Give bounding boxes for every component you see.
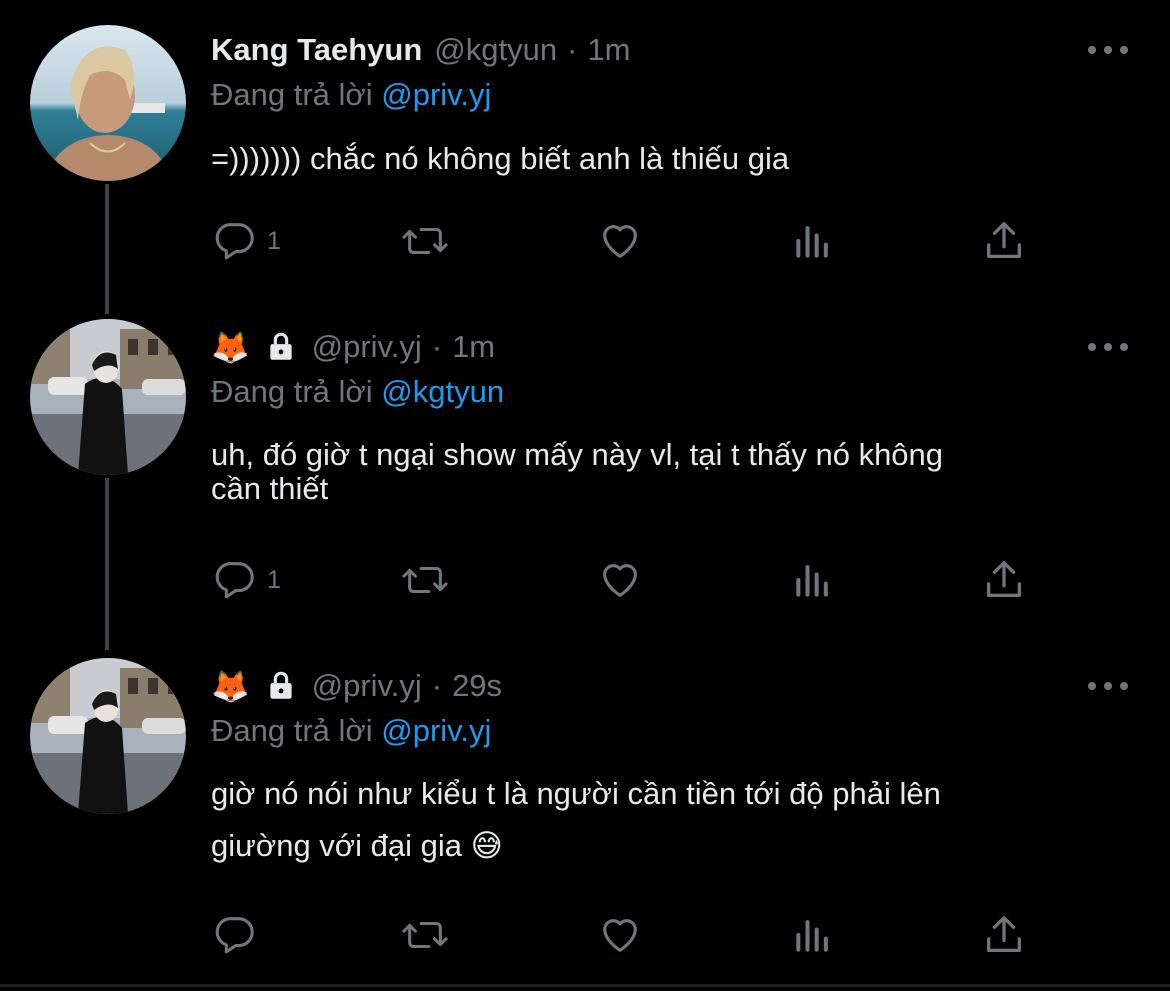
more-icon[interactable] <box>1088 35 1128 65</box>
share-button[interactable] <box>981 216 1027 266</box>
tweet-2[interactable]: 🦊 @priv.yj · 1m Đang trả lời @kgtyun uh,… <box>0 319 1170 622</box>
tweet-header: 🦊 @priv.yj · 29s <box>211 661 502 711</box>
reply-mention-link[interactable]: @priv.yj <box>381 713 491 748</box>
views-button[interactable] <box>791 216 835 266</box>
share-icon <box>987 561 1021 597</box>
tweet-text-line: =))))))) chắc nó không biết anh là thiếu… <box>211 141 790 176</box>
tweet-header: Kang Taehyun @kgtyun · 1m <box>211 25 631 75</box>
separator-dot: · <box>431 329 443 364</box>
share-icon <box>987 916 1021 952</box>
retweet-button[interactable] <box>399 555 451 605</box>
views-button[interactable] <box>791 555 835 605</box>
lock-icon <box>264 669 298 703</box>
divider <box>0 984 1170 987</box>
retweet-icon <box>402 227 448 255</box>
views-icon <box>796 226 828 258</box>
reply-prefix: Đang trả lời <box>211 77 373 112</box>
timestamp[interactable]: 1m <box>452 329 495 365</box>
like-icon <box>603 225 637 258</box>
action-bar: 1 <box>211 216 1061 266</box>
reply-button[interactable] <box>211 910 267 960</box>
like-button[interactable] <box>597 555 643 605</box>
user-handle[interactable]: @priv.yj <box>312 329 422 365</box>
views-icon <box>796 565 828 597</box>
replying-to: Đang trả lời @priv.yj <box>211 77 491 113</box>
reply-mention-link[interactable]: @kgtyun <box>381 374 504 409</box>
timestamp[interactable]: 1m <box>587 32 630 68</box>
action-bar: 1 <box>211 555 1061 605</box>
reply-icon <box>215 223 254 260</box>
tweet-text-line: giờ nó nói như kiểu t là người cần tiền … <box>211 776 941 811</box>
more-icon[interactable] <box>1088 332 1128 362</box>
avatar[interactable] <box>30 658 186 814</box>
like-icon <box>603 564 637 597</box>
reply-button[interactable]: 1 <box>211 555 281 605</box>
reply-count: 1 <box>267 565 281 594</box>
like-button[interactable] <box>597 910 643 960</box>
share-button[interactable] <box>981 555 1027 605</box>
display-name[interactable]: Kang Taehyun <box>211 32 422 68</box>
retweet-button[interactable] <box>399 910 451 960</box>
lock-icon <box>264 330 298 364</box>
replying-to: Đang trả lời @priv.yj <box>211 713 491 749</box>
avatar[interactable] <box>30 25 186 181</box>
tweet-1[interactable]: Kang Taehyun @kgtyun · 1m Đang trả lời @… <box>0 25 1170 300</box>
fox-emoji-display-name[interactable]: 🦊 <box>211 668 250 705</box>
reply-icon <box>215 562 254 599</box>
tweet-text: =))))))) chắc nó không biết anh là thiếu… <box>211 137 1111 181</box>
views-icon <box>796 920 828 952</box>
timestamp[interactable]: 29s <box>452 668 502 704</box>
views-button[interactable] <box>791 910 835 960</box>
reply-count: 1 <box>267 226 281 255</box>
reply-button[interactable]: 1 <box>211 216 281 266</box>
share-button[interactable] <box>981 910 1027 960</box>
retweet-icon <box>402 921 448 949</box>
separator-dot: · <box>431 668 443 703</box>
tweet-header: 🦊 @priv.yj · 1m <box>211 322 495 372</box>
like-icon <box>603 919 637 952</box>
tweet-3[interactable]: 🦊 @priv.yj · 29s Đang trả lời @priv.yj g… <box>0 658 1170 961</box>
like-button[interactable] <box>597 216 643 266</box>
replying-to: Đang trả lời @kgtyun <box>211 374 504 410</box>
retweet-button[interactable] <box>399 216 451 266</box>
tweet-text: giờ nó nói như kiểu t là người cần tiền … <box>211 772 1111 868</box>
reply-icon <box>215 917 254 954</box>
reply-prefix: Đang trả lời <box>211 374 373 409</box>
fox-emoji-display-name[interactable]: 🦊 <box>211 329 250 366</box>
more-icon[interactable] <box>1088 671 1128 701</box>
reply-prefix: Đang trả lời <box>211 713 373 748</box>
user-handle[interactable]: @kgtyun <box>434 32 557 68</box>
reply-mention-link[interactable]: @priv.yj <box>381 77 491 112</box>
tweet-text-line: giường với đại gia 😅 <box>211 828 503 863</box>
user-handle[interactable]: @priv.yj <box>312 668 422 704</box>
share-icon <box>987 222 1021 258</box>
action-bar <box>211 910 1061 960</box>
separator-dot: · <box>567 32 578 67</box>
retweet-icon <box>402 566 448 594</box>
tweet-text: uh, đó giờ t ngại show mấy này vl, tại t… <box>211 433 1111 511</box>
avatar[interactable] <box>30 319 186 475</box>
